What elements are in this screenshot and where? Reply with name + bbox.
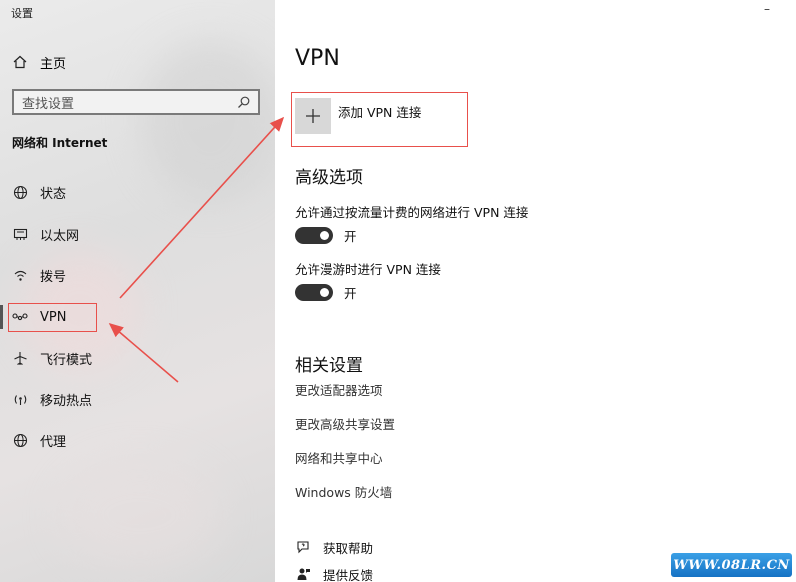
search-input[interactable]: 查找设置 — [12, 89, 260, 115]
search-icon — [236, 95, 250, 109]
chat-help-icon — [295, 540, 311, 556]
sidebar-item-label: 飞行模式 — [40, 352, 93, 368]
home-icon — [12, 54, 28, 70]
dialup-icon — [12, 267, 28, 283]
adapter-options-link[interactable]: 更改适配器选项 — [295, 380, 383, 399]
metered-toggle[interactable]: 开 — [295, 226, 357, 245]
toggle-state: 开 — [344, 229, 357, 244]
settings-sidebar: 设置 主页 查找设置 网络和 Internet 状态 以太网 拨号 VPN 飞行… — [0, 0, 275, 582]
section-label: 网络和 Internet — [12, 136, 108, 150]
sidebar-item-label: 拨号 — [40, 269, 67, 285]
sidebar-item-label: 移动热点 — [40, 393, 93, 409]
get-help-link[interactable]: 获取帮助 — [295, 538, 373, 557]
home-nav-item[interactable]: 主页 — [12, 52, 66, 72]
page-title: VPN — [295, 46, 340, 71]
vpn-settings-page: – VPN 添加 VPN 连接 高级选项 允许通过按流量计费的网络进行 VPN … — [275, 0, 796, 582]
airplane-icon — [12, 350, 28, 366]
sidebar-item-airplane-mode[interactable]: 飞行模式 — [0, 343, 275, 373]
sidebar-backdrop — [140, 40, 275, 200]
sidebar-item-proxy[interactable]: 代理 — [0, 425, 275, 455]
sidebar-item-label: 以太网 — [40, 228, 80, 244]
sidebar-item-ethernet[interactable]: 以太网 — [0, 219, 275, 249]
toggle-track[interactable] — [295, 284, 333, 301]
feedback-link[interactable]: 提供反馈 — [295, 565, 373, 582]
add-vpn-highlight-box — [291, 92, 468, 147]
sidebar-item-mobile-hotspot[interactable]: 移动热点 — [0, 384, 275, 414]
home-label: 主页 — [40, 56, 67, 72]
toggle-state: 开 — [344, 286, 357, 301]
watermark-logo: WWW.08LR.CN — [671, 553, 792, 577]
toggle-knob — [320, 288, 329, 297]
hotspot-icon — [12, 391, 28, 407]
vpn-highlight-box — [8, 303, 97, 332]
sidebar-backdrop — [60, 460, 220, 570]
toggle-track[interactable] — [295, 227, 333, 244]
sidebar-item-label: 代理 — [40, 434, 67, 450]
roaming-option-label: 允许漫游时进行 VPN 连接 — [295, 262, 441, 277]
sidebar-item-status[interactable]: 状态 — [0, 177, 275, 207]
feedback-label: 提供反馈 — [323, 568, 374, 582]
globe-status-icon — [12, 184, 28, 200]
ethernet-icon — [12, 226, 28, 242]
get-help-label: 获取帮助 — [323, 541, 374, 556]
sidebar-item-dialup[interactable]: 拨号 — [0, 260, 275, 290]
toggle-knob — [320, 231, 329, 240]
sidebar-item-label: 状态 — [40, 186, 67, 202]
advanced-options-heading: 高级选项 — [295, 168, 363, 188]
related-settings-heading: 相关设置 — [295, 356, 363, 376]
search-placeholder: 查找设置 — [22, 96, 75, 112]
feedback-person-icon — [295, 567, 311, 582]
metered-option-label: 允许通过按流量计费的网络进行 VPN 连接 — [295, 205, 529, 220]
globe-icon — [12, 432, 28, 448]
minimize-button[interactable]: – — [760, 2, 774, 16]
selection-accent — [0, 305, 3, 329]
network-sharing-center-link[interactable]: 网络和共享中心 — [295, 448, 383, 467]
roaming-toggle[interactable]: 开 — [295, 283, 357, 302]
advanced-sharing-link[interactable]: 更改高级共享设置 — [295, 414, 395, 433]
windows-firewall-link[interactable]: Windows 防火墙 — [295, 482, 392, 501]
window-title: 设置 — [11, 7, 33, 20]
